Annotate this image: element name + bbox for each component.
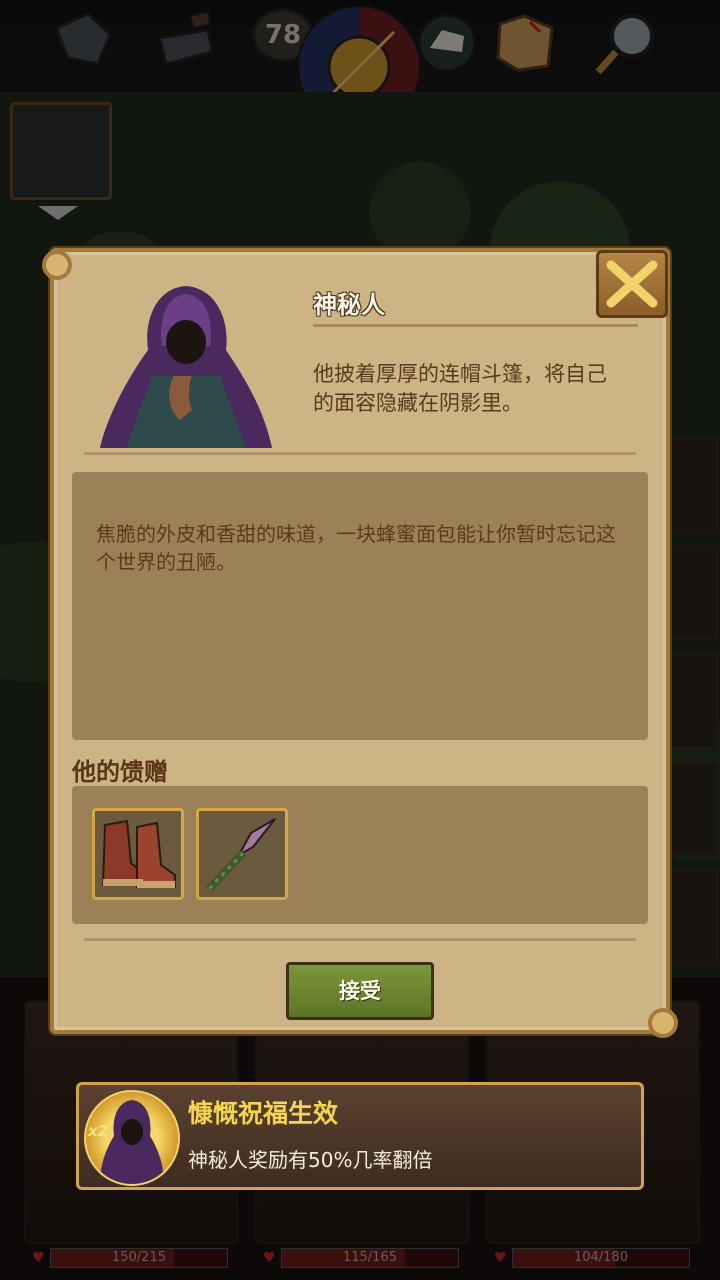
- multiplier-badge: x2: [88, 1122, 109, 1140]
- spear-icon: [206, 818, 276, 892]
- close-icon: [606, 260, 658, 308]
- hooded-stranger-portrait: [100, 286, 272, 448]
- story-panel: [72, 472, 648, 740]
- npc-description: 他披着厚厚的连帽斗篷，将自己的面容隐藏在阴影里。: [313, 362, 607, 415]
- story-text: 焦脆的外皮和香甜的味道，一块蜂蜜面包能让你暂时忘记这个世界的丑陋。: [96, 522, 616, 574]
- gift-item[interactable]: [196, 808, 288, 900]
- boots-icon: [101, 819, 176, 888]
- gift-item[interactable]: [92, 808, 184, 900]
- npc-name: 神秘人: [313, 291, 385, 319]
- gifts-title: 他的馈赠: [72, 758, 168, 786]
- accept-button[interactable]: 接受: [286, 962, 434, 1020]
- corner-ornament: [42, 250, 72, 280]
- blessing-description: 神秘人奖励有50%几率翻倍: [188, 1148, 433, 1172]
- close-button[interactable]: [596, 250, 668, 318]
- divider: [84, 452, 636, 455]
- divider: [84, 938, 636, 941]
- divider: [313, 324, 638, 327]
- blessing-title: 慷慨祝福生效: [188, 1099, 339, 1128]
- corner-ornament: [648, 1008, 678, 1038]
